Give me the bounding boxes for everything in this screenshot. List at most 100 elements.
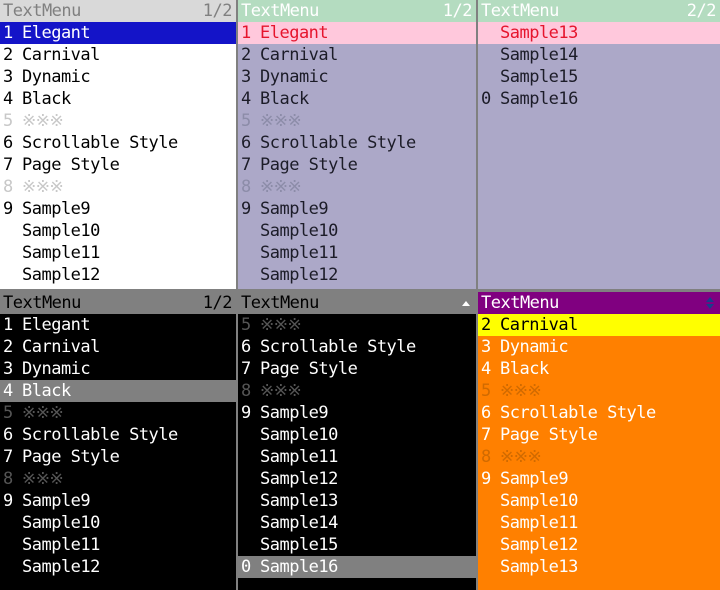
menu-item[interactable]: Sample12 bbox=[238, 468, 476, 490]
menu-item-key: 6 bbox=[241, 337, 251, 357]
menu-panel-carnival-style[interactable]: TextMenu 2 Carnival 3 Dynamic 4 Black 5 ※※※ 6 Scro… bbox=[478, 292, 720, 590]
menu-item[interactable]: Sample13 bbox=[478, 556, 720, 578]
menu-item-disabled: 8 ※※※ bbox=[238, 380, 476, 402]
menu-item[interactable]: 9 Sample9 bbox=[238, 198, 476, 220]
menu-item-list: Sample13 Sample14 Sample15 0 Sample16 bbox=[478, 22, 720, 289]
menu-item-label: Sample10 bbox=[260, 425, 338, 445]
menu-item[interactable]: Sample11 bbox=[238, 446, 476, 468]
menu-panel-elegant-page2[interactable]: TextMenu 2/2 Sample13 Sample14 Sample15 0 Samp… bbox=[478, 0, 720, 292]
menu-item-label: Dynamic bbox=[22, 67, 91, 87]
menu-item[interactable]: Sample10 bbox=[0, 512, 236, 534]
menu-item[interactable]: Sample14 bbox=[478, 44, 720, 66]
menu-item[interactable]: 6 Scrollable Style bbox=[238, 132, 476, 154]
menu-item-key: 9 bbox=[3, 199, 13, 219]
page-indicator: 1/2 bbox=[202, 293, 233, 313]
menu-panel-black-style[interactable]: TextMenu 1/2 1 Elegant 2 Carnival 3 Dynamic 4 Bla… bbox=[0, 292, 238, 590]
menu-item[interactable]: Sample11 bbox=[0, 242, 236, 264]
menu-item-key: 6 bbox=[481, 403, 491, 423]
menu-item[interactable]: Sample10 bbox=[0, 220, 236, 242]
menu-item[interactable]: Sample10 bbox=[478, 490, 720, 512]
menu-item[interactable]: 2 Carnival bbox=[0, 336, 236, 358]
menu-item[interactable]: 3 Dynamic bbox=[238, 66, 476, 88]
menu-item-selected[interactable]: Sample13 bbox=[478, 22, 720, 44]
menu-item[interactable]: 6 Scrollable Style bbox=[0, 132, 236, 154]
menu-item-disabled: 8 ※※※ bbox=[478, 446, 720, 468]
menu-item[interactable]: Sample10 bbox=[238, 220, 476, 242]
menu-item-label: Dynamic bbox=[22, 359, 91, 379]
menu-item[interactable]: 0 Sample16 bbox=[478, 88, 720, 110]
menu-item[interactable]: Sample11 bbox=[478, 512, 720, 534]
menu-header: TextMenu 2/2 bbox=[478, 0, 720, 22]
menu-item[interactable]: 4 Black bbox=[0, 88, 236, 110]
menu-item[interactable]: 6 Scrollable Style bbox=[478, 402, 720, 424]
menu-item[interactable]: Sample14 bbox=[238, 512, 476, 534]
menu-item-selected[interactable]: 2 Carnival bbox=[478, 314, 720, 336]
menu-item[interactable]: 2 Carnival bbox=[0, 44, 236, 66]
menu-item-label: Sample13 bbox=[500, 23, 578, 43]
menu-item-disabled: 5 ※※※ bbox=[0, 402, 236, 424]
menu-item-selected[interactable]: 0 Sample16 bbox=[238, 556, 476, 578]
menu-title: TextMenu bbox=[241, 1, 319, 21]
menu-item-selected[interactable]: 4 Black bbox=[0, 380, 236, 402]
menu-item[interactable]: 9 Sample9 bbox=[0, 490, 236, 512]
menu-item[interactable]: 9 Sample9 bbox=[478, 468, 720, 490]
menu-item[interactable]: Sample11 bbox=[0, 534, 236, 556]
menu-item[interactable]: 3 Dynamic bbox=[0, 66, 236, 88]
menu-item-key: 5 bbox=[241, 111, 251, 131]
menu-item[interactable]: 6 Scrollable Style bbox=[238, 336, 476, 358]
menu-panel-scrollable[interactable]: TextMenu 5 ※※※ 6 Scrollable Style 7 Page Style… bbox=[238, 292, 478, 590]
menu-item-selected[interactable]: 1 Elegant bbox=[0, 22, 236, 44]
menu-item[interactable]: Sample12 bbox=[0, 556, 236, 578]
scroll-up-arrow-icon[interactable] bbox=[462, 300, 474, 306]
menu-item-label: ※※※ bbox=[22, 469, 64, 489]
menu-item[interactable]: 4 Black bbox=[478, 358, 720, 380]
menu-header: TextMenu 1/2 bbox=[0, 0, 236, 22]
scroll-up-down-arrow-icon[interactable] bbox=[706, 297, 718, 309]
menu-item-key: 8 bbox=[481, 447, 491, 467]
menu-item[interactable]: Sample11 bbox=[238, 242, 476, 264]
menu-item-label: ※※※ bbox=[260, 111, 302, 131]
menu-item-label: Page Style bbox=[22, 447, 120, 467]
menu-item-label: ※※※ bbox=[22, 403, 64, 423]
menu-item[interactable]: 2 Carnival bbox=[238, 44, 476, 66]
menu-item[interactable]: 7 Page Style bbox=[0, 154, 236, 176]
menu-item-label: ※※※ bbox=[500, 381, 542, 401]
menu-item[interactable]: 3 Dynamic bbox=[0, 358, 236, 380]
menu-item-key: 6 bbox=[3, 133, 13, 153]
menu-item[interactable]: 6 Scrollable Style bbox=[0, 424, 236, 446]
menu-item-label: Sample15 bbox=[260, 535, 338, 555]
menu-elegant-style-page2: TextMenu 2/2 Sample13 Sample14 Sample15 0 Samp… bbox=[478, 0, 720, 289]
menu-item[interactable]: 4 Black bbox=[238, 88, 476, 110]
menu-item[interactable]: 9 Sample9 bbox=[238, 402, 476, 424]
menu-item[interactable]: 7 Page Style bbox=[238, 358, 476, 380]
menu-item-key: 2 bbox=[481, 315, 491, 335]
menu-item-label: Black bbox=[22, 89, 71, 109]
menu-item-key: 2 bbox=[241, 45, 251, 65]
menu-item-label: ※※※ bbox=[260, 315, 302, 335]
menu-item[interactable]: Sample12 bbox=[238, 264, 476, 286]
menu-panel-elegant-page1[interactable]: TextMenu 1/2 1 Elegant 2 Carnival 3 Dynamic 4 Bla… bbox=[238, 0, 478, 292]
menu-panel-default-style[interactable]: TextMenu 1/2 1 Elegant 2 Carnival 3 Dynamic 4 Bla… bbox=[0, 0, 238, 292]
menu-item[interactable]: Sample12 bbox=[478, 534, 720, 556]
menu-item[interactable]: 7 Page Style bbox=[238, 154, 476, 176]
menu-item[interactable]: Sample15 bbox=[478, 66, 720, 88]
menu-item-label: Sample11 bbox=[22, 243, 100, 263]
menu-item[interactable]: Sample10 bbox=[238, 424, 476, 446]
menu-title: TextMenu bbox=[481, 293, 559, 313]
menu-item-key: 7 bbox=[481, 425, 491, 445]
menu-item[interactable]: 3 Dynamic bbox=[478, 336, 720, 358]
menu-item-key: 5 bbox=[3, 403, 13, 423]
menu-item[interactable]: Sample13 bbox=[238, 490, 476, 512]
menu-item-label: ※※※ bbox=[260, 381, 302, 401]
menu-item[interactable]: 1 Elegant bbox=[0, 314, 236, 336]
menu-item[interactable]: 9 Sample9 bbox=[0, 198, 236, 220]
menu-item[interactable]: Sample15 bbox=[238, 534, 476, 556]
menu-item[interactable]: Sample12 bbox=[0, 264, 236, 286]
menu-item-disabled: 8 ※※※ bbox=[238, 176, 476, 198]
menu-item-key bbox=[478, 66, 498, 88]
menu-item[interactable]: 7 Page Style bbox=[478, 424, 720, 446]
menu-item-selected[interactable]: 1 Elegant bbox=[238, 22, 476, 44]
menu-item-label: Sample12 bbox=[260, 469, 338, 489]
menu-item-key: 5 bbox=[481, 381, 491, 401]
menu-item[interactable]: 7 Page Style bbox=[0, 446, 236, 468]
